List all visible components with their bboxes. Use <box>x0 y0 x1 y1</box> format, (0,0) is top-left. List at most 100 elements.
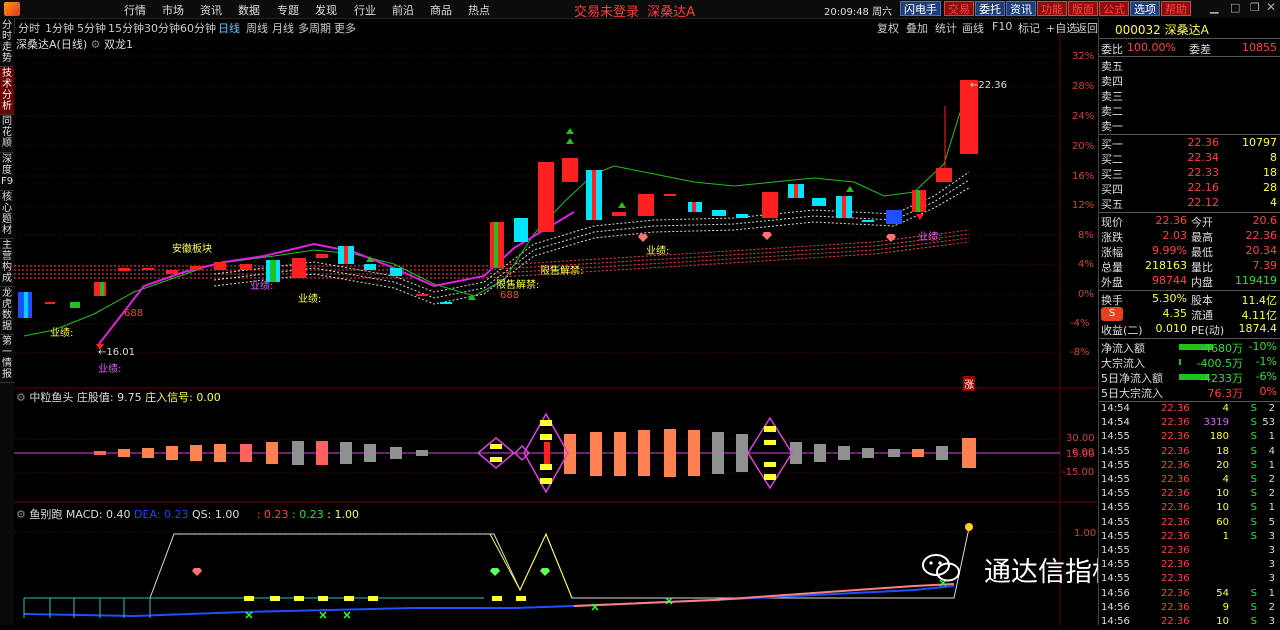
jiejin-label-2: 限售解禁: <box>496 280 540 291</box>
flow-row: 5日净流入额 -4233万 -6% <box>1101 370 1277 385</box>
sell-row-1[interactable]: 卖一 <box>1101 118 1279 133</box>
tick-row: 14:55 22.36 1 S 3 <box>1101 530 1275 542</box>
sub1-settings-icon[interactable]: ⚙ <box>16 391 26 404</box>
tab-hexin[interactable]: 核心题材 <box>0 192 14 239</box>
news-button[interactable]: 资讯 <box>1006 1 1036 16</box>
sub1-y-label: 30.00 <box>1066 433 1095 444</box>
num688-label-2: 688 <box>500 290 520 301</box>
formula-button[interactable]: 公式 <box>1099 1 1129 16</box>
sub2-name[interactable]: 鱼别跑 <box>29 508 62 521</box>
y-label: 32% <box>1072 51 1095 62</box>
tick-row: 14:55 22.36 10 S 2 <box>1101 488 1275 500</box>
trade-button[interactable]: 交易 <box>944 1 974 16</box>
tab-tonghuashun[interactable]: 同花顺 <box>0 116 14 153</box>
menu-item-shichang[interactable]: 市场 <box>162 2 184 18</box>
minimize-icon[interactable]: ▁ <box>1210 1 1218 14</box>
main-indicator-name[interactable]: 双龙1 <box>104 38 133 51</box>
tick-row: 14:55 22.36 3 <box>1101 573 1275 585</box>
sell-row-4[interactable]: 卖四 <box>1101 73 1279 88</box>
yeji-label-2: 业绩: <box>98 364 122 375</box>
stat-row: 换手 5.30% 股本 11.4亿 <box>1101 292 1277 307</box>
tab-shendu[interactable]: 深度F9 <box>0 154 14 191</box>
wechat-icon <box>922 553 960 583</box>
y-label: -4% <box>1070 318 1090 329</box>
buy-row-5[interactable]: 买五 22.12 4 <box>1101 196 1279 211</box>
menu-item-qianyan[interactable]: 前沿 <box>392 2 414 18</box>
yeji-label-4: 业绩: <box>250 281 274 292</box>
left-vertical-tabs: 分时走势 技术分析 同花顺 深度F9 核心题材 主营构成 龙虎数据 第一情报 <box>0 18 15 625</box>
options-button[interactable]: 选项 <box>1130 1 1160 16</box>
sell-row-2[interactable]: 卖二 <box>1101 103 1279 118</box>
tick-row: 14:55 22.36 18 S 4 <box>1101 445 1275 457</box>
sub1-param2-value: 0.00 <box>196 391 221 404</box>
sub2-qs: QS: 1.00 <box>192 508 240 521</box>
entrust-button[interactable]: 委托 <box>975 1 1005 16</box>
tool-f10[interactable]: F10 <box>992 20 1012 33</box>
period-bar: 分时 1分钟 5分钟 15分钟 30分钟 60分钟 日线 周线 月线 多周期 更… <box>14 18 1098 35</box>
help-button[interactable]: 帮助 <box>1161 1 1191 16</box>
buy-row-3[interactable]: 买三 22.33 18 <box>1101 166 1279 181</box>
jiejin-label-1: 限售解禁: <box>540 266 584 277</box>
sell-row-3[interactable]: 卖三 <box>1101 88 1279 103</box>
menu-item-faxian[interactable]: 发现 <box>315 2 337 18</box>
sub2-y-label: 1.00 <box>1074 528 1097 539</box>
sell-row-5[interactable]: 卖五 <box>1101 58 1279 73</box>
y-label: 4% <box>1078 259 1094 270</box>
tick-row: 14:55 22.36 3 <box>1101 545 1275 556</box>
flash-trade-button[interactable]: 闪电手 <box>900 1 941 16</box>
menu-item-zixun[interactable]: 资讯 <box>200 2 222 18</box>
maximize-icon[interactable]: □ <box>1230 1 1240 14</box>
function-button[interactable]: 功能 <box>1037 1 1067 16</box>
tab-zhuying[interactable]: 主营构成 <box>0 240 14 287</box>
yeji-label-1: 业绩: <box>50 328 74 339</box>
sub2-extra-1: : 0.23 <box>256 508 289 521</box>
yeji-label-5: 业绩: <box>646 246 670 257</box>
sub1-y-label: 0.00 <box>1072 447 1095 458</box>
tick-row: 14:55 22.36 180 S 1 <box>1101 431 1275 443</box>
main-panel-settings-icon[interactable]: ⚙ <box>91 38 101 51</box>
close-icon[interactable]: ✕ <box>1266 0 1276 14</box>
tab-qingbao[interactable]: 第一情报 <box>0 336 14 383</box>
sub1-y-label: -15.00 <box>1062 467 1095 478</box>
tab-jishu[interactable]: 技术分析 <box>0 68 14 115</box>
weibi-row: 委比 100.00% 委差 10855 <box>1101 41 1277 56</box>
num688-label-1: 688 <box>124 308 144 319</box>
y-label: 8% <box>1078 230 1094 241</box>
y-label: 0% <box>1078 289 1094 300</box>
sohu-icon[interactable]: S <box>1101 307 1123 321</box>
menu-item-hangqing[interactable]: 行情 <box>124 2 146 18</box>
sub1-param1-value: 9.75 <box>117 391 142 404</box>
flow-row: 净流入额 -4680万 -10% <box>1101 340 1277 355</box>
sub1-name[interactable]: 中粒鱼头 <box>29 391 73 404</box>
tick-row: 14:55 22.36 10 S 1 <box>1101 502 1275 514</box>
menu-item-hangye[interactable]: 行业 <box>354 2 376 18</box>
buy-row-1[interactable]: 买一 22.36 10797 <box>1101 136 1279 151</box>
kline-chart[interactable] <box>14 34 1098 625</box>
sub1-param1-label: 庄股值: <box>76 391 114 404</box>
menu-item-shangpin[interactable]: 商品 <box>430 2 452 18</box>
sub1-header: ⚙ 中粒鱼头 庄股值: 9.75 庄入信号: 0.00 <box>16 389 221 405</box>
menu-item-redian[interactable]: 热点 <box>468 2 490 18</box>
stock-code-name: 000032 深桑达A <box>1115 23 1209 37</box>
sector-label: 安徽板块 <box>172 244 212 255</box>
menu-item-shuju[interactable]: 数据 <box>238 2 260 18</box>
y-label: -8% <box>1070 347 1090 358</box>
sub2-header: ⚙ 鱼别跑 MACD: 0.40 DEA: 0.23 QS: 1.00 : 0.… <box>16 506 359 522</box>
sub2-settings-icon[interactable]: ⚙ <box>16 508 26 521</box>
zhang-badge: 涨 <box>963 376 975 391</box>
buy-row-2[interactable]: 买二 22.34 8 <box>1101 151 1279 166</box>
tab-longhu[interactable]: 龙虎数据 <box>0 288 14 335</box>
restore-icon[interactable]: ❐ <box>1250 1 1260 14</box>
stat-row: 涨幅 9.99% 最低 20.34 <box>1101 244 1277 259</box>
tick-row: 14:55 22.36 4 S 2 <box>1101 474 1275 485</box>
main-panel-header: 深桑达A(日线) ⚙ 双龙1 <box>16 36 133 52</box>
layout-button[interactable]: 版面 <box>1068 1 1098 16</box>
yeji-label-3: 业绩: <box>298 294 322 305</box>
menu-item-zhuanti[interactable]: 专题 <box>277 2 299 18</box>
tick-row: 14:54 22.36 4 S 2 <box>1101 403 1275 414</box>
quote-panel: 000032 深桑达A 委比 100.00% 委差 10855 卖五 卖四 卖三… <box>1098 18 1280 627</box>
stat-row: 收益(二) 0.010 PE(动) 1874.4 <box>1101 322 1277 337</box>
buy-row-4[interactable]: 买四 22.16 28 <box>1101 181 1279 196</box>
y-label: 28% <box>1072 81 1095 92</box>
tab-fenshi[interactable]: 分时走势 <box>0 20 14 67</box>
